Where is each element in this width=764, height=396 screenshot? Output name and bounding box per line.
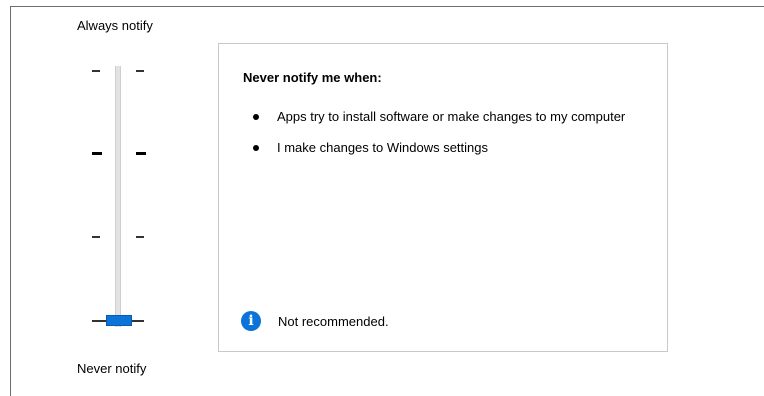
slider-tick-left bbox=[92, 70, 100, 72]
level-description-box: Never notify me when: Apps try to instal… bbox=[218, 43, 668, 352]
slider-tick-left bbox=[92, 320, 106, 322]
list-item-text: Apps try to install software or make cha… bbox=[277, 109, 626, 124]
recommendation-text: Not recommended. bbox=[278, 313, 389, 329]
list-item: I make changes to Windows settings bbox=[249, 139, 649, 156]
slider-track[interactable] bbox=[115, 66, 121, 327]
description-heading: Never notify me when: bbox=[243, 70, 382, 85]
recommendation-row: i Not recommended. bbox=[241, 310, 389, 332]
slider-tick-right bbox=[136, 152, 146, 155]
slider-tick-right bbox=[136, 236, 144, 238]
slider-tick-right bbox=[132, 320, 144, 322]
slider-tick-left bbox=[92, 236, 100, 238]
bullet-icon bbox=[253, 145, 259, 151]
list-item-text: I make changes to Windows settings bbox=[277, 140, 488, 155]
list-item: Apps try to install software or make cha… bbox=[249, 108, 649, 125]
never-notify-label: Never notify bbox=[77, 361, 147, 376]
description-list: Apps try to install software or make cha… bbox=[249, 108, 649, 170]
info-icon: i bbox=[241, 311, 261, 331]
slider-thumb[interactable] bbox=[106, 315, 132, 326]
always-notify-label: Always notify bbox=[77, 18, 153, 33]
slider-tick-right bbox=[136, 70, 144, 72]
bullet-icon bbox=[253, 114, 259, 120]
slider-tick-left bbox=[92, 152, 102, 155]
